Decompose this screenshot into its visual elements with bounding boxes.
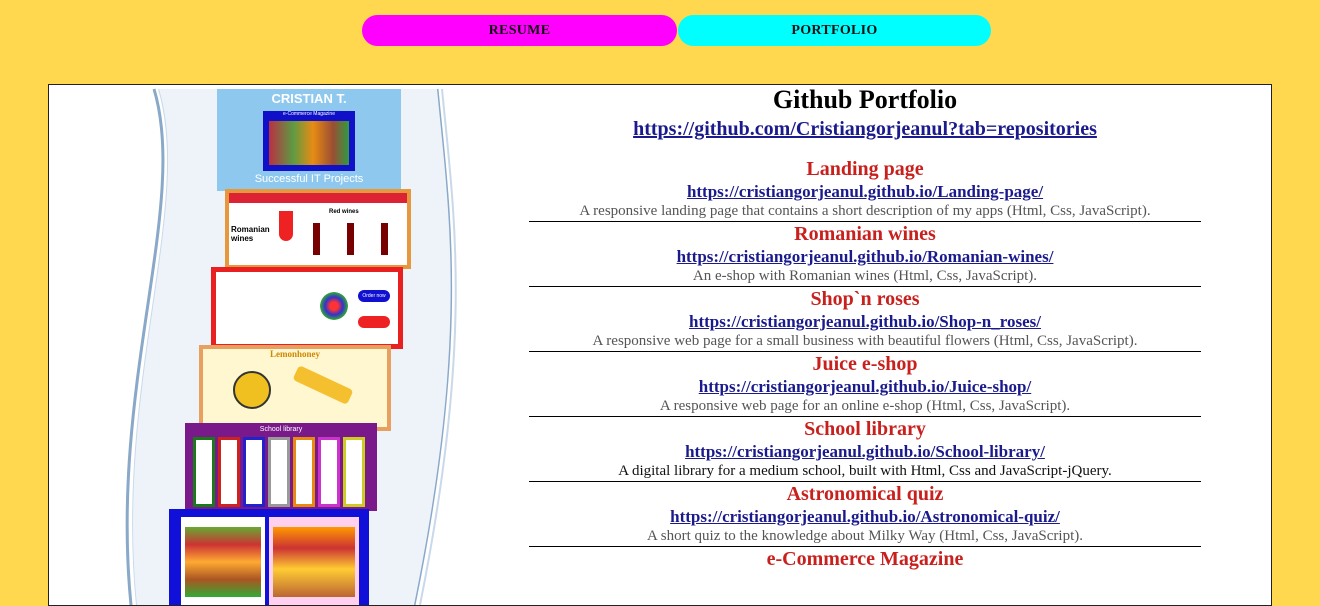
wines-label: Romanian wines [231, 225, 270, 243]
project-link[interactable]: https://cristiangorjeanul.github.io/Land… [529, 181, 1201, 202]
project-link[interactable]: https://cristiangorjeanul.github.io/Scho… [529, 441, 1201, 462]
project-link[interactable]: https://cristiangorjeanul.github.io/Juic… [529, 376, 1201, 397]
project-description: A responsive web page for a small busine… [592, 333, 1138, 349]
project-title: School library [804, 418, 926, 440]
banner-title: CRISTIAN T. [271, 91, 347, 106]
banner-thumbnail[interactable]: CRISTIAN T. e-Commerce Magazine Successf… [217, 89, 401, 191]
project-title: Astronomical quiz [786, 483, 944, 505]
project-list: Github Portfolio https://github.com/Cris… [529, 85, 1201, 571]
portfolio-panel: CRISTIAN T. e-Commerce Magazine Successf… [48, 84, 1272, 606]
project-title: Landing page [806, 158, 924, 180]
project-item: Landing page https://cristiangorjeanul.g… [529, 157, 1201, 222]
project-description: A responsive web page for an online e-sh… [659, 398, 1071, 414]
library-thumbnail[interactable]: School library [185, 423, 377, 511]
project-link[interactable]: https://cristiangorjeanul.github.io/Shop… [529, 311, 1201, 332]
project-title: Juice e-shop [812, 353, 918, 375]
project-item: School library https://cristiangorjeanul… [529, 417, 1201, 482]
resume-button[interactable]: RESUME [362, 15, 677, 46]
projects-collage: CRISTIAN T. e-Commerce Magazine Successf… [49, 85, 529, 605]
project-item: Juice e-shop https://cristiangorjeanul.g… [529, 352, 1201, 417]
project-description: A responsive landing page that contains … [579, 203, 1151, 219]
wines-thumbnail[interactable]: Romanian wines Red wines [225, 189, 411, 269]
project-item: Shop`n roses https://cristiangorjeanul.g… [529, 287, 1201, 352]
page-title: Github Portfolio [772, 85, 958, 114]
wines-red-label: Red wines [329, 209, 359, 215]
project-item: Astronomical quiz https://cristiangorjea… [529, 482, 1201, 547]
lemonhoney-title: Lemonhoney [269, 349, 320, 359]
library-title: School library [259, 426, 303, 433]
project-title: Romanian wines [794, 223, 936, 245]
project-title: Shop`n roses [810, 288, 920, 310]
lemonhoney-thumbnail[interactable]: Lemonhoney [199, 345, 391, 431]
project-description: A short quiz to the knowledge about Milk… [647, 528, 1083, 544]
banner-caption: Successful IT Projects [254, 173, 364, 185]
project-description: A digital library for a medium school, b… [618, 463, 1112, 479]
roses-thumbnail[interactable]: Order now [211, 267, 403, 349]
roses-order-button: Order now [358, 290, 390, 302]
magazine-thumbnail[interactable] [169, 509, 369, 605]
project-title: e-Commerce Magazine [766, 548, 964, 570]
github-repositories-link[interactable]: https://github.com/Cristiangorjeanul?tab… [529, 115, 1201, 143]
banner-subtitle: e-Commerce Magazine [283, 111, 335, 117]
project-item: e-Commerce Magazine [529, 547, 1201, 571]
project-link[interactable]: https://cristiangorjeanul.github.io/Astr… [529, 506, 1201, 527]
project-link[interactable]: https://cristiangorjeanul.github.io/Roma… [529, 246, 1201, 267]
project-description: An e-shop with Romanian wines (Html, Css… [692, 268, 1038, 284]
project-item: Romanian wines https://cristiangorjeanul… [529, 222, 1201, 287]
portfolio-button[interactable]: PORTFOLIO [678, 15, 991, 46]
